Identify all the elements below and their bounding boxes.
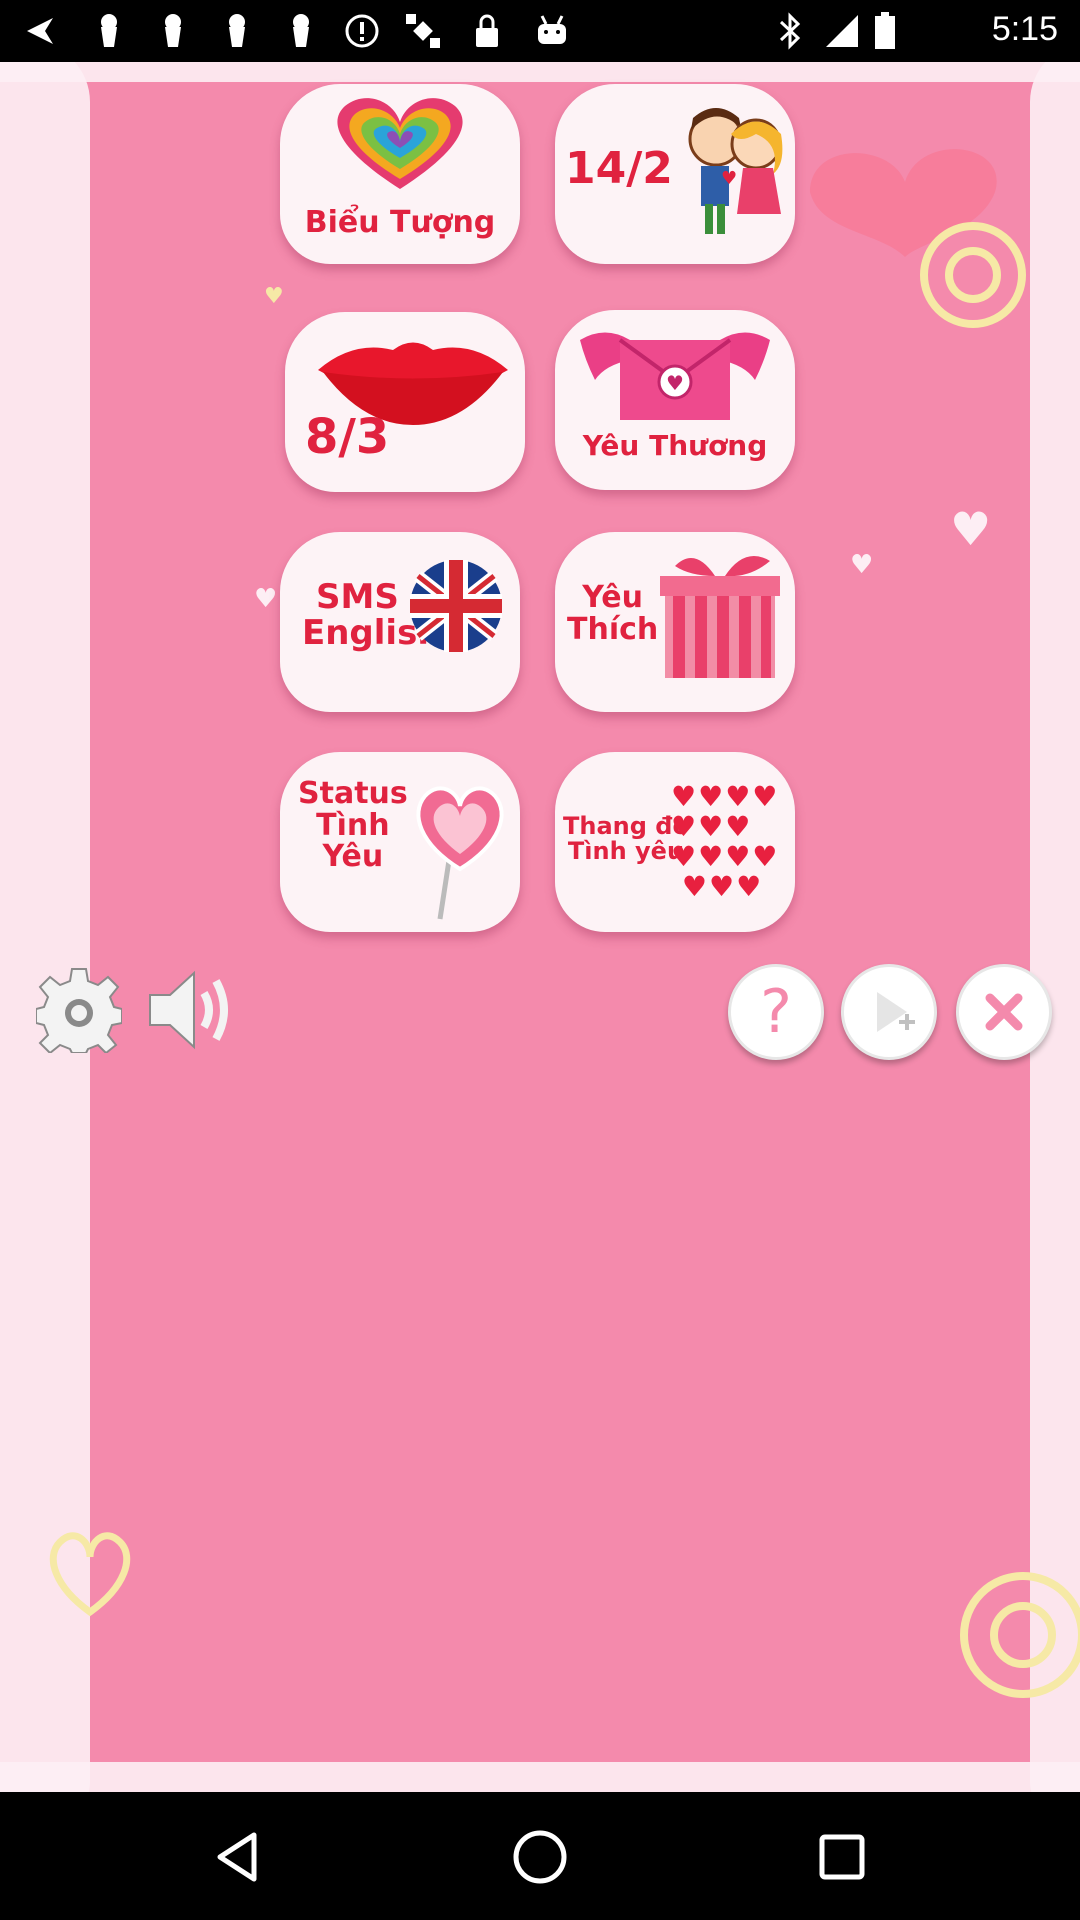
navigation-bar	[0, 1792, 1080, 1920]
tile-sms-english[interactable]: SMS English	[280, 532, 520, 712]
tile-label-line: Yêu	[582, 580, 643, 615]
sound-button[interactable]	[146, 965, 242, 1055]
rainbow-heart-icon	[325, 94, 475, 198]
notification-icon	[284, 12, 318, 50]
nav-home-button[interactable]	[505, 1822, 575, 1892]
android-icon	[532, 12, 572, 50]
uk-flag-icon	[408, 558, 504, 658]
tile-label-line: Tình	[316, 807, 390, 843]
app-screen: ♥ ♥ ♥ ♥ Biểu Tượng 14/2 ♥ 8/3 ♥ Yêu Thươ…	[0, 62, 1080, 1792]
heart-lollipop-icon	[410, 774, 510, 928]
hearts-pattern-icon: ♥♥♥♥ ♥♥♥ ♥♥♥♥ ♥♥♥	[671, 780, 780, 903]
tile-yeu-thuong[interactable]: ♥ Yêu Thương	[555, 310, 795, 490]
tile-yeu-thich[interactable]: Yêu Thích	[555, 532, 795, 712]
bluetooth-icon	[775, 12, 805, 50]
settings-button[interactable]	[34, 965, 124, 1055]
couple-icon: ♥	[681, 104, 791, 248]
tile-label: Yêu Thích	[567, 582, 658, 645]
speaker-icon	[149, 970, 228, 1050]
question-icon: ?	[760, 977, 792, 1047]
gift-box-icon	[655, 546, 785, 690]
back-triangle-icon	[217, 1832, 257, 1882]
gps-icon	[402, 12, 446, 50]
decor-heart-icon: ♥	[850, 550, 874, 580]
decor-swirl-icon	[945, 247, 1001, 303]
tile-label-line: Thích	[567, 611, 659, 647]
tile-14-2[interactable]: 14/2 ♥	[555, 84, 795, 264]
winged-envelope-icon: ♥	[575, 320, 775, 434]
grunge-border-top	[0, 62, 1080, 82]
gear-icon	[36, 968, 122, 1053]
svg-text:♥: ♥	[666, 371, 684, 395]
close-icon	[985, 993, 1023, 1031]
notification-icon	[92, 12, 126, 50]
tile-label: 14/2	[565, 143, 673, 194]
decor-swirl-icon	[990, 1602, 1056, 1668]
notification-icon	[156, 12, 190, 50]
alert-icon	[342, 12, 382, 50]
help-button[interactable]: ?	[728, 964, 824, 1060]
status-bar: 5:15	[0, 0, 1080, 62]
home-circle-icon	[513, 1830, 567, 1884]
grunge-border-right	[1030, 62, 1080, 1792]
tile-8-3[interactable]: 8/3	[285, 312, 525, 492]
tile-label: Status Tình Yêu	[298, 778, 408, 873]
decor-heart-icon	[45, 1517, 135, 1621]
tile-bieu-tuong[interactable]: Biểu Tượng	[280, 84, 520, 264]
notification-icon	[220, 12, 254, 50]
status-time: 5:15	[991, 10, 1058, 48]
battery-icon	[872, 12, 898, 50]
nav-recents-button[interactable]	[807, 1822, 877, 1892]
tile-thang-do-tinh-yeu[interactable]: Thang đo Tình yêu ♥♥♥♥ ♥♥♥ ♥♥♥♥ ♥♥♥	[555, 752, 795, 932]
tile-label: 8/3	[305, 409, 390, 465]
decor-heart-icon: ♥	[264, 284, 284, 309]
lock-icon	[470, 12, 504, 50]
more-apps-button[interactable]	[841, 964, 937, 1060]
close-button[interactable]	[956, 964, 1052, 1060]
tile-status-tinh-yeu[interactable]: Status Tình Yêu	[280, 752, 520, 932]
recents-square-icon	[819, 1834, 865, 1880]
tile-label: Biểu Tượng	[304, 204, 496, 240]
signal-icon	[822, 12, 862, 50]
svg-text:♥: ♥	[721, 168, 737, 189]
grunge-border-bottom	[0, 1762, 1080, 1792]
nav-back-button[interactable]	[203, 1822, 273, 1892]
decor-heart-icon: ♥	[254, 584, 278, 614]
back-arrow-icon	[20, 12, 60, 50]
tile-label-line: Yêu	[322, 839, 384, 874]
play-plus-icon	[877, 992, 915, 1032]
tile-label: Yêu Thương	[582, 428, 768, 462]
tile-label-line: Status	[298, 776, 408, 811]
decor-heart-icon: ♥	[950, 502, 992, 556]
